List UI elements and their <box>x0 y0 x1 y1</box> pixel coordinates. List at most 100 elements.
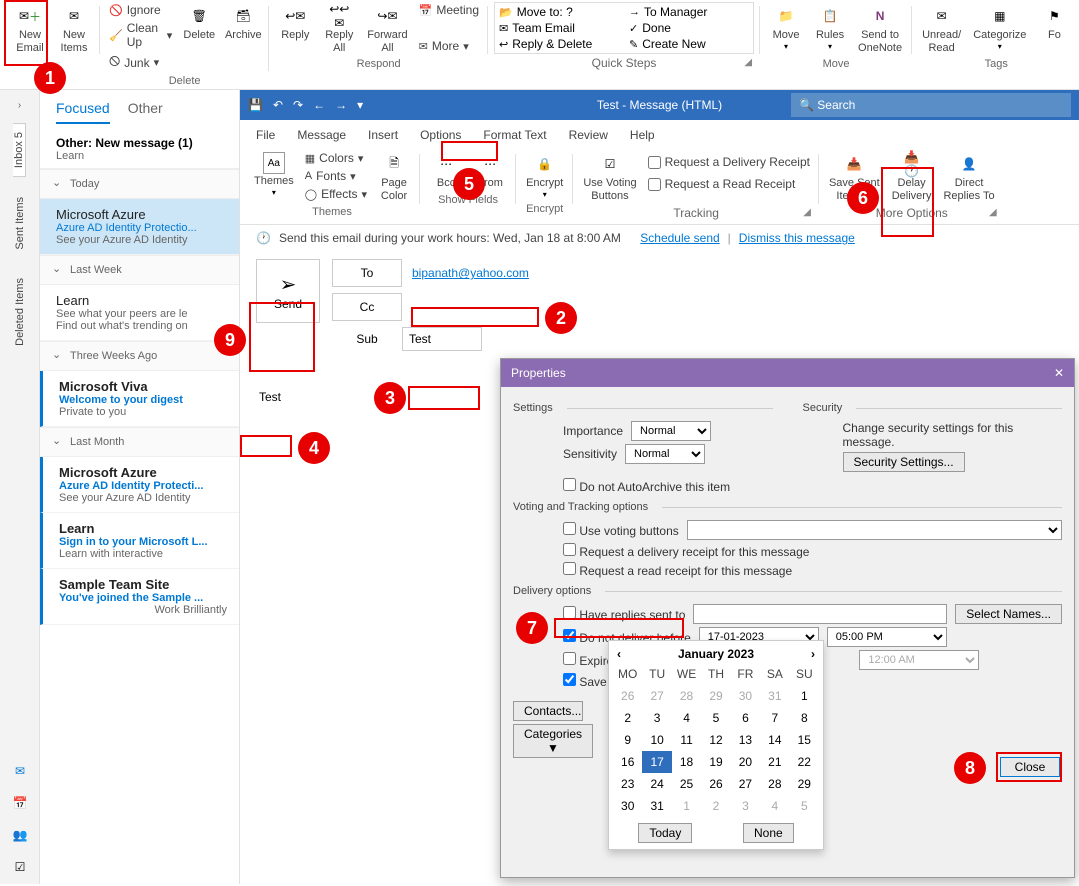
calendar-day[interactable]: 19 <box>701 751 730 773</box>
encrypt-button[interactable]: 🔒Encrypt▾ <box>522 150 567 201</box>
cleanup-button[interactable]: 🧹 Clean Up ▾ <box>106 20 175 50</box>
close-icon[interactable]: ✕ <box>1054 366 1064 380</box>
meeting-button[interactable]: 📅 Meeting <box>416 2 482 18</box>
qat-dropdown-icon[interactable]: ▾ <box>357 98 363 112</box>
calendar-day[interactable]: 24 <box>642 773 671 795</box>
mail-icon[interactable]: ✉ <box>15 764 25 778</box>
calendar-day[interactable]: 23 <box>613 773 642 795</box>
calendar-day[interactable]: 10 <box>642 729 671 751</box>
calendar-day[interactable]: 5 <box>790 795 819 817</box>
todo-icon[interactable]: ☑ <box>15 860 26 874</box>
voting-button[interactable]: ☑Use Voting Buttons <box>579 150 640 204</box>
list-item[interactable]: Microsoft AzureAzure AD Identity Protect… <box>40 199 239 255</box>
calendar-day[interactable]: 26 <box>613 685 642 707</box>
menu-format[interactable]: Format Text <box>483 128 546 142</box>
other-new-bar[interactable]: Other: New message (1) Learn <box>40 130 239 169</box>
calendar-day[interactable]: 5 <box>701 707 730 729</box>
categories-button[interactable]: Categories ▼ <box>513 724 593 758</box>
calendar-day[interactable]: 7 <box>760 707 789 729</box>
calendar-day[interactable]: 17 <box>642 751 671 773</box>
req-read-check[interactable]: Request a read receipt for this message <box>563 562 792 578</box>
delete-button[interactable]: 🗑Delete <box>179 2 219 44</box>
quick-steps-gallery[interactable]: 📂 Move to: ? → To Manager ✉ Team Email ✓… <box>494 2 754 54</box>
calendar-day[interactable]: 12 <box>701 729 730 751</box>
cc-button[interactable]: Cc <box>332 293 402 321</box>
menu-review[interactable]: Review <box>569 128 608 142</box>
calendar-day[interactable]: 22 <box>790 751 819 773</box>
search-box[interactable]: 🔍 Search <box>791 93 1071 117</box>
calendar-icon[interactable]: 📅 <box>13 796 28 810</box>
read-receipt-check[interactable]: Request a Read Receipt <box>645 176 813 192</box>
to-button[interactable]: To <box>332 259 402 287</box>
reply-all-button[interactable]: ↩↩✉Reply All <box>319 2 359 56</box>
calendar-day[interactable]: 1 <box>672 795 701 817</box>
people-icon[interactable]: 👥 <box>13 828 28 842</box>
new-items-button[interactable]: ✉New Items <box>54 2 94 56</box>
menu-insert[interactable]: Insert <box>368 128 398 142</box>
undo-icon[interactable]: ↶ <box>273 98 283 112</box>
group-today[interactable]: Today <box>40 169 239 199</box>
archive-button[interactable]: 🗃Archive <box>223 2 263 44</box>
more-respond-button[interactable]: ✉ More ▾ <box>416 38 482 54</box>
to-value[interactable]: bipanath@yahoo.com <box>412 266 529 280</box>
rules-button[interactable]: 📋Rules▾ <box>810 2 850 53</box>
calendar-day[interactable]: 28 <box>760 773 789 795</box>
menu-help[interactable]: Help <box>630 128 655 142</box>
categorize-button[interactable]: ▦Categorize▾ <box>969 2 1030 53</box>
list-item[interactable]: Sample Team SiteYou've joined the Sample… <box>40 569 239 625</box>
next-icon[interactable]: → <box>335 98 347 112</box>
dismiss-link[interactable]: Dismiss this message <box>739 231 855 245</box>
calendar-day[interactable]: 4 <box>672 707 701 729</box>
unread-read-button[interactable]: ✉Unread/ Read <box>918 2 965 56</box>
contacts-button[interactable]: Contacts... <box>513 701 583 721</box>
rail-inbox[interactable]: Inbox 5 <box>13 123 26 177</box>
ignore-button[interactable]: 🚫 Ignore <box>106 2 175 18</box>
calendar-day[interactable]: 2 <box>613 707 642 729</box>
page-color-button[interactable]: 🗎Page Color <box>374 150 414 204</box>
calendar-day[interactable]: 27 <box>642 685 671 707</box>
calendar-day[interactable]: 3 <box>731 795 760 817</box>
sensitivity-select[interactable]: Normal <box>625 444 705 464</box>
calendar-day[interactable]: 28 <box>672 685 701 707</box>
expire-time-select[interactable]: 12:00 AM <box>859 650 979 670</box>
followup-button[interactable]: ⚑Fo <box>1034 2 1074 44</box>
list-item[interactable]: Microsoft AzureAzure AD Identity Protect… <box>40 457 239 513</box>
calendar-day[interactable]: 29 <box>790 773 819 795</box>
message-body[interactable]: Test <box>256 387 316 407</box>
rail-deleted[interactable]: Deleted Items <box>14 270 26 354</box>
delay-delivery-button[interactable]: 📥🕐Delay Delivery <box>888 150 936 204</box>
calendar-day[interactable]: 1 <box>790 685 819 707</box>
group-lastweek[interactable]: Last Week <box>40 255 239 285</box>
fonts-button[interactable]: A Fonts ▾ <box>302 168 370 184</box>
effects-button[interactable]: ◯ Effects ▾ <box>302 186 370 202</box>
group-lastmonth[interactable]: Last Month <box>40 427 239 457</box>
expire-check[interactable]: Expire <box>563 652 613 668</box>
calendar-day[interactable]: 20 <box>731 751 760 773</box>
today-button[interactable]: Today <box>638 823 692 843</box>
have-replies-check[interactable]: Have replies sent to <box>563 606 685 622</box>
calendar-day[interactable]: 8 <box>790 707 819 729</box>
calendar-day[interactable]: 14 <box>760 729 789 751</box>
schedule-send-link[interactable]: Schedule send <box>640 231 719 245</box>
date-picker[interactable]: ‹ January 2023 › MOTUWETHFRSASU262728293… <box>608 640 824 850</box>
menu-options[interactable]: Options <box>420 128 461 142</box>
list-item[interactable]: LearnSign in to your Microsoft L...Learn… <box>40 513 239 569</box>
calendar-day[interactable]: 27 <box>731 773 760 795</box>
junk-button[interactable]: 🛇 Junk ▾ <box>106 52 175 73</box>
redo-icon[interactable]: ↷ <box>293 98 303 112</box>
autoarchive-check[interactable]: Do not AutoArchive this item <box>563 478 730 494</box>
prev-icon[interactable]: ← <box>313 98 325 112</box>
next-month-icon[interactable]: › <box>811 647 815 661</box>
list-item[interactable]: Microsoft VivaWelcome to your digestPriv… <box>40 371 239 427</box>
direct-replies-button[interactable]: 👤Direct Replies To <box>939 150 998 204</box>
move-button[interactable]: 📁Move▾ <box>766 2 806 53</box>
new-email-button[interactable]: ✉＋New Email <box>10 2 50 56</box>
send-button[interactable]: ➢ Send <box>256 259 320 323</box>
security-settings-button[interactable]: Security Settings... <box>843 452 965 472</box>
delivery-receipt-check[interactable]: Request a Delivery Receipt <box>645 154 813 170</box>
forward-button[interactable]: ↪✉Forward All <box>363 2 411 56</box>
close-button[interactable]: Close <box>1000 757 1060 777</box>
calendar-day[interactable]: 21 <box>760 751 789 773</box>
calendar-day[interactable]: 4 <box>760 795 789 817</box>
deliver-time-select[interactable]: 05:00 PM <box>827 627 947 647</box>
